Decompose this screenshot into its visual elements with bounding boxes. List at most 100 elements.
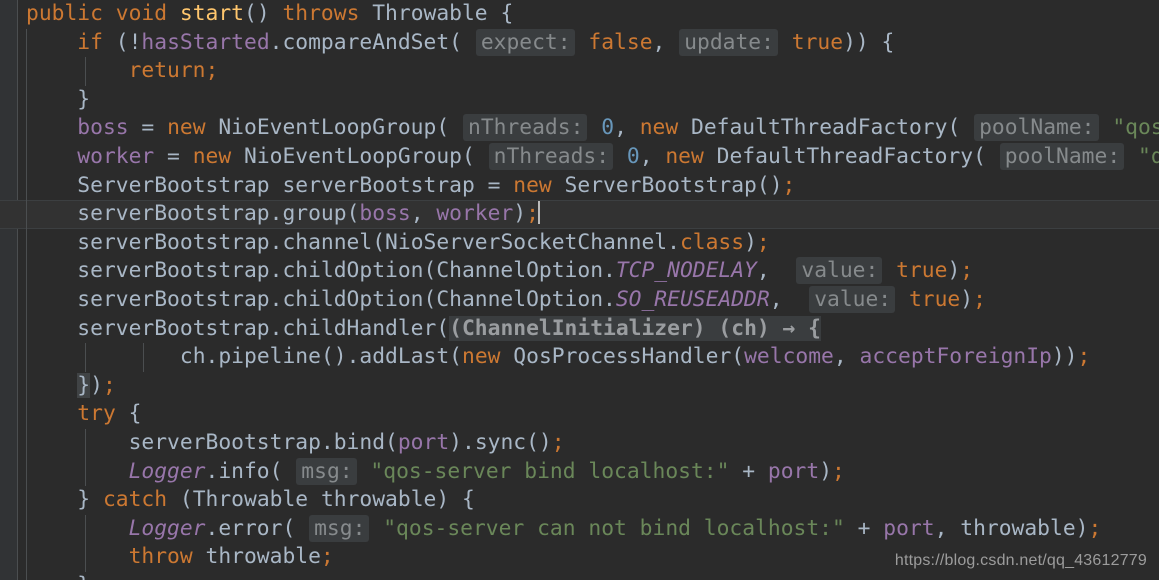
code-token: ; <box>1088 515 1102 541</box>
code-token: void <box>115 1 168 26</box>
code-token: serverBootstrap <box>77 315 270 341</box>
code-token: ; <box>1077 344 1091 370</box>
code-token: . <box>269 229 283 255</box>
indent-guide <box>26 343 27 372</box>
code-line[interactable]: serverBootstrap.channel(NioServerSocketC… <box>0 228 1159 258</box>
code-token: . <box>205 515 219 541</box>
code-token: throwable <box>205 544 321 570</box>
code-token: try <box>77 401 116 427</box>
indent-guide <box>84 543 86 572</box>
code-token: ) <box>947 258 961 284</box>
code-token: DefaultThreadFactory <box>691 115 948 141</box>
code-token: , <box>639 143 666 169</box>
indent-guide <box>26 114 27 143</box>
code-line[interactable]: } catch (Throwable throwable) { <box>0 486 1159 515</box>
code-line[interactable]: serverBootstrap.group(boss, worker); <box>0 200 1159 229</box>
code-token: , <box>756 258 783 284</box>
code-token: ; <box>205 58 219 84</box>
code-line[interactable]: serverBootstrap.childOption(ChannelOptio… <box>0 285 1159 315</box>
code-token: . <box>205 458 219 484</box>
code-token: port <box>767 458 820 484</box>
code-line[interactable]: ServerBootstrap serverBootstrap = new Se… <box>0 171 1159 201</box>
code-token: ) <box>513 201 527 227</box>
code-token: new <box>167 115 206 141</box>
code-token: , <box>410 201 437 227</box>
indent-guide <box>84 343 86 372</box>
code-line[interactable]: serverBootstrap.bind(port).sync(); <box>0 428 1159 458</box>
code-token: ; <box>551 429 565 455</box>
code-token: NioServerSocketChannel <box>385 229 668 255</box>
code-token: ; <box>832 458 845 484</box>
code-token: ( <box>423 258 437 284</box>
code-token: . <box>269 315 283 341</box>
code-line[interactable]: serverBootstrap.childHandler((ChannelIni… <box>0 314 1159 344</box>
code-line[interactable]: }); <box>0 371 1159 401</box>
code-token: ( <box>346 201 360 227</box>
code-token: ( <box>436 315 450 341</box>
code-token: worker <box>77 143 155 169</box>
code-token: true <box>896 258 948 284</box>
code-token: ; <box>756 229 770 255</box>
code-token: TCP_NODELAY <box>615 258 757 284</box>
code-line[interactable]: worker = new NioEventLoopGroup( nThreads… <box>0 142 1159 172</box>
code-line[interactable]: Logger.info( msg: "qos-server bind local… <box>0 457 1159 487</box>
code-token: ( <box>731 344 745 370</box>
code-editor[interactable]: public void start() throws Throwable { i… <box>0 0 1159 580</box>
code-token: 0 <box>601 115 615 141</box>
code-token: ( <box>461 143 475 169</box>
code-token: = <box>128 115 168 141</box>
code-token: "qos-server can not bind localhost:" <box>383 515 845 541</box>
code-token: ) <box>90 372 103 398</box>
code-token: port <box>397 429 450 455</box>
code-token: )) <box>1051 344 1078 370</box>
code-token: } <box>77 372 91 398</box>
code-line[interactable]: if (!hasStarted.compareAndSet( expect: f… <box>0 28 1159 58</box>
code-token: serverBootstrap <box>77 286 270 312</box>
code-line[interactable]: serverBootstrap.childOption(ChannelOptio… <box>0 257 1159 286</box>
code-line[interactable]: } <box>0 571 1159 580</box>
indent-guide <box>26 28 27 58</box>
code-surface[interactable]: public void start() throws Throwable { i… <box>0 0 1159 580</box>
code-line[interactable]: boss = new NioEventLoopGroup( nThreads: … <box>0 114 1159 143</box>
code-token: ( <box>385 429 398 455</box>
code-token: value: <box>809 285 896 313</box>
code-token: "qos <box>1137 143 1159 169</box>
code-token: . <box>269 258 283 284</box>
code-token: Throwable <box>192 487 309 513</box>
code-token: ) <box>960 286 974 312</box>
code-token: ) <box>744 229 757 255</box>
code-line[interactable]: try { <box>0 400 1159 429</box>
indent-guide <box>84 514 86 544</box>
indent-guide <box>84 57 86 86</box>
indent-guide <box>26 571 27 580</box>
code-line[interactable]: ch.pipeline().addLast(new QosProcessHand… <box>0 343 1159 372</box>
text-caret <box>537 201 540 225</box>
code-token: new <box>192 143 232 169</box>
code-token: new <box>665 143 704 169</box>
code-line[interactable]: public void start() throws Throwable { <box>0 0 1159 29</box>
code-token: throwable <box>960 515 1076 541</box>
code-line[interactable]: } <box>0 85 1159 115</box>
code-line[interactable]: Logger.error( msg: "qos-server can not b… <box>0 514 1159 544</box>
code-token: )) { <box>843 29 895 55</box>
code-line[interactable]: return; <box>0 57 1159 86</box>
code-token: childOption <box>282 286 424 312</box>
